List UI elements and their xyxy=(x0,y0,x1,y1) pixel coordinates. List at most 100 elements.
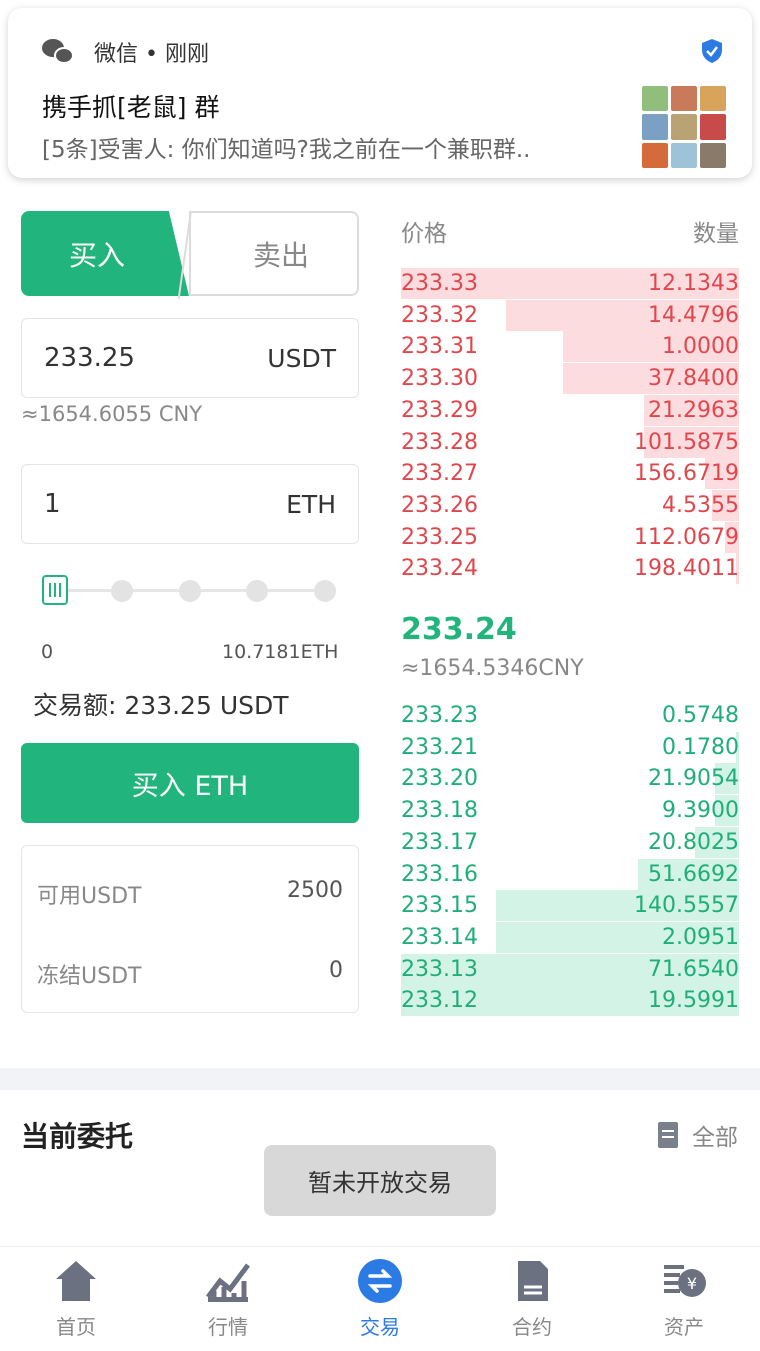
bid-price: 233.14 xyxy=(401,924,478,950)
nav-trade[interactable]: 交易 xyxy=(304,1247,456,1351)
chart-icon xyxy=(206,1263,250,1302)
slider-step-75[interactable] xyxy=(246,580,268,602)
ask-row[interactable]: 233.32 14.4796 xyxy=(401,299,739,331)
ask-price: 233.28 xyxy=(401,429,478,455)
bid-row[interactable]: 233.15 140.5557 xyxy=(401,890,739,922)
ask-price: 233.32 xyxy=(401,302,478,328)
price-input[interactable]: 233.25 USDT xyxy=(21,318,359,398)
amount-input[interactable]: 1 ETH xyxy=(21,464,359,544)
ask-price: 233.27 xyxy=(401,461,478,487)
bid-price: 233.12 xyxy=(401,988,478,1014)
bid-row[interactable]: 233.17 20.8025 xyxy=(401,826,739,858)
bid-row[interactable]: 233.23 0.5748 xyxy=(401,700,739,731)
bid-price: 233.18 xyxy=(401,798,478,824)
bid-price: 233.15 xyxy=(401,893,478,919)
price-cny-hint: ≈1654.6055 CNY xyxy=(21,402,203,426)
mid-price-cny: ≈1654.5346CNY xyxy=(401,656,584,681)
nav-label: 交易 xyxy=(360,1315,400,1339)
ask-price: 233.33 xyxy=(401,271,478,296)
bid-row[interactable]: 233.16 51.6692 xyxy=(401,858,739,890)
nav-label: 首页 xyxy=(56,1315,96,1339)
bid-qty: 51.6692 xyxy=(648,861,739,887)
bid-row[interactable]: 233.12 19.5991 xyxy=(401,985,739,1017)
ask-price: 233.25 xyxy=(401,524,478,550)
slider-max-label: 10.7181ETH xyxy=(222,641,339,663)
bid-price: 233.23 xyxy=(401,703,478,728)
bid-row[interactable]: 233.13 71.6540 xyxy=(401,953,739,985)
tab-sell[interactable]: 卖出 xyxy=(189,211,359,296)
ask-row[interactable]: 233.27 156.6719 xyxy=(401,458,739,490)
bid-qty: 2.0951 xyxy=(662,924,739,950)
trade-amount: 交易额: 233.25 USDT xyxy=(33,686,289,722)
document-icon xyxy=(658,1122,678,1148)
wechat-notification[interactable]: 微信 • 刚刚 携手抓[老鼠] 群 [5条]受害人: 你们知道吗?我之前在一个兼… xyxy=(8,8,752,178)
slider-step-25[interactable] xyxy=(111,580,133,602)
trade-amount-label: 交易额: xyxy=(33,691,117,720)
ask-row[interactable]: 233.30 37.8400 xyxy=(401,363,739,395)
frozen-value: 0 xyxy=(329,958,343,983)
nav-label: 资产 xyxy=(664,1315,704,1339)
notification-app-name: 微信 • 刚刚 xyxy=(94,42,209,67)
verified-shield-icon xyxy=(702,39,722,63)
balance-box: 可用USDT 2500 冻结USDT 0 xyxy=(21,845,359,1013)
nav-assets[interactable]: ¥ 资产 xyxy=(608,1247,760,1351)
amount-value: 1 xyxy=(44,489,61,519)
ask-row[interactable]: 233.26 4.5355 xyxy=(401,489,739,521)
nav-home[interactable]: 首页 xyxy=(0,1247,152,1351)
ask-row[interactable]: 233.31 1.0000 xyxy=(401,331,739,363)
ask-row[interactable]: 233.33 12.1343 xyxy=(401,268,739,299)
bid-qty: 140.5557 xyxy=(634,893,739,919)
bid-row[interactable]: 233.14 2.0951 xyxy=(401,921,739,953)
ask-qty: 156.6719 xyxy=(634,461,739,487)
ask-qty: 1.0000 xyxy=(662,334,739,360)
bid-price: 233.16 xyxy=(401,861,478,887)
nav-market[interactable]: 行情 xyxy=(152,1247,304,1351)
tab-buy[interactable]: 买入 xyxy=(21,211,189,296)
frozen-label: 冻结USDT xyxy=(37,964,142,989)
bid-row[interactable]: 233.21 0.1780 xyxy=(401,731,739,763)
available-row: 可用USDT 2500 xyxy=(37,878,343,910)
ask-row[interactable]: 233.28 101.5875 xyxy=(401,426,739,458)
slider-handle[interactable] xyxy=(42,575,68,605)
slider-step-50[interactable] xyxy=(179,580,201,602)
bid-qty: 0.1780 xyxy=(662,734,739,760)
nav-contract[interactable]: 合约 xyxy=(456,1247,608,1351)
ask-qty: 14.4796 xyxy=(648,302,739,328)
ask-price: 233.31 xyxy=(401,334,478,360)
slider-step-100[interactable] xyxy=(314,580,336,602)
frozen-row: 冻结USDT 0 xyxy=(37,958,343,990)
bid-price: 233.21 xyxy=(401,734,478,760)
ask-qty: 4.5355 xyxy=(662,492,739,518)
orderbook-header: 价格 数量 xyxy=(401,214,739,248)
bid-qty: 19.5991 xyxy=(648,988,739,1014)
price-unit: USDT xyxy=(267,343,336,373)
bid-row[interactable]: 233.18 9.3900 xyxy=(401,795,739,827)
exchange-icon xyxy=(358,1259,402,1303)
available-value: 2500 xyxy=(287,878,343,903)
price-header: 价格 xyxy=(401,221,447,247)
ask-row[interactable]: 233.25 112.0679 xyxy=(401,521,739,553)
ask-price: 233.30 xyxy=(401,366,478,392)
bid-row[interactable]: 233.20 21.9054 xyxy=(401,763,739,795)
ask-row[interactable]: 233.24 198.4011 xyxy=(401,553,739,585)
ask-price: 233.24 xyxy=(401,556,478,582)
ask-qty: 101.5875 xyxy=(634,429,739,455)
available-label: 可用USDT xyxy=(37,884,142,909)
ask-row[interactable]: 233.29 21.2963 xyxy=(401,394,739,426)
svg-text:¥: ¥ xyxy=(687,1274,697,1293)
home-icon xyxy=(56,1261,96,1301)
contract-icon xyxy=(518,1261,548,1301)
amount-unit: ETH xyxy=(286,489,336,519)
toast-message: 暂未开放交易 xyxy=(264,1145,496,1216)
slider-min-label: 0 xyxy=(41,641,54,663)
notification-message: [5条]受害人: 你们知道吗?我之前在一个兼职群.. xyxy=(42,137,531,163)
mid-price: 233.24 xyxy=(401,612,517,647)
ask-qty: 198.4011 xyxy=(634,556,739,582)
buy-eth-button[interactable]: 买入 ETH xyxy=(21,743,359,823)
qty-header: 数量 xyxy=(693,221,739,247)
all-orders-link[interactable]: 全部 xyxy=(658,1118,738,1152)
bid-qty: 9.3900 xyxy=(662,798,739,824)
bottom-nav: 首页 行情 交易 合约 ¥ 资产 xyxy=(0,1246,760,1351)
ask-price: 233.29 xyxy=(401,397,478,423)
ask-qty: 21.2963 xyxy=(648,397,739,423)
